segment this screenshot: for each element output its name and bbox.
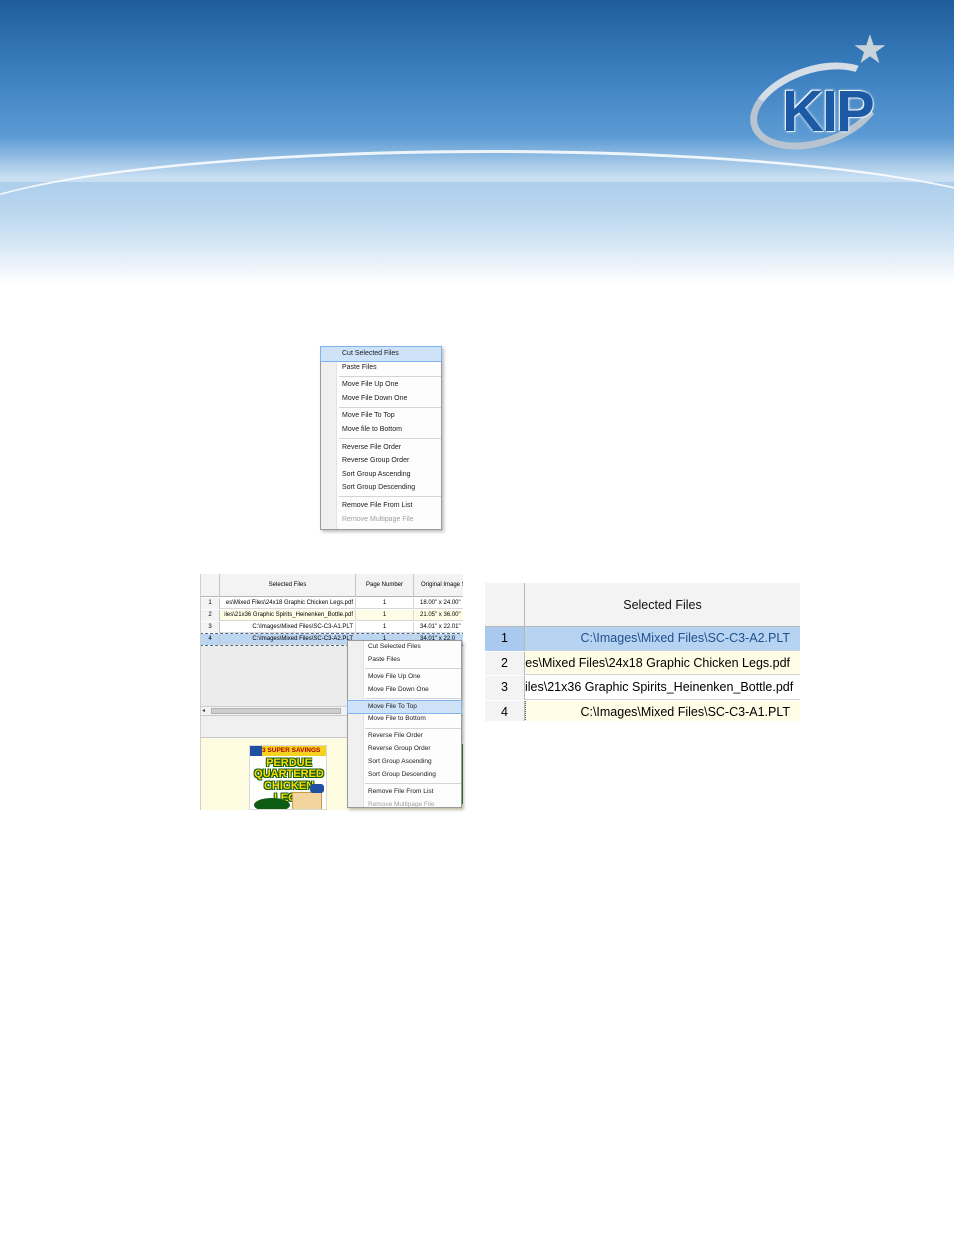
scroll-left-icon[interactable]: ◂: [202, 707, 205, 715]
image-size-cell: 18.00" x 24.00": [420, 600, 461, 606]
context-menu-1: Cut Selected Files Paste Files Move File…: [320, 346, 442, 530]
menu-separator: [365, 668, 461, 670]
context-menu-2: Cut Selected Files Paste Files Move File…: [347, 640, 462, 808]
table-row[interactable]: 2 es\Mixed Files\24x18 Graphic Chicken L…: [485, 651, 800, 675]
table-row[interactable]: 4 C:\Images\Mixed Files\SC-C3-A1.PLT: [485, 700, 800, 721]
horizontal-scrollbar[interactable]: ◂: [201, 706, 351, 715]
row-number-header: [485, 583, 525, 627]
file-path-cell: iles\21x36 Graphic Spirits_Heinenken_Bot…: [525, 680, 794, 694]
banner-swoosh: [0, 150, 954, 230]
page-number-cell: 1: [356, 622, 414, 633]
menu-item-paste-files[interactable]: Paste Files: [321, 361, 441, 375]
thumbnail-package: [292, 792, 322, 809]
preview-thumbnail[interactable]: 3 SUPER SAVINGS PERDUE QUARTERED CHICKEN…: [249, 745, 327, 810]
menu-separator: [339, 496, 441, 498]
menu-separator: [339, 375, 441, 377]
logo-text: KIP: [782, 79, 875, 144]
table-row-selected[interactable]: 1 C:\Images\Mixed Files\SC-C3-A2.PLT: [485, 627, 800, 651]
menu-item-move-file-down-one[interactable]: Move File Down One: [348, 684, 461, 697]
menu-separator: [365, 698, 461, 700]
menu-separator: [339, 406, 441, 408]
file-path-cell: C:\Images\Mixed Files\SC-C3-A2.PLT: [580, 631, 790, 645]
menu-item-move-file-up-one[interactable]: Move File Up One: [321, 378, 441, 392]
column-header-original-image-size[interactable]: Original Image Si: [414, 574, 463, 597]
menu-item-remove-file-from-list[interactable]: Remove File From List: [348, 786, 461, 799]
column-header-selected-files[interactable]: Selected Files: [525, 583, 800, 627]
table-row[interactable]: 3 iles\21x36 Graphic Spirits_Heinenken_B…: [485, 676, 800, 700]
row-number-header: [201, 574, 220, 597]
menu-item-sort-group-descending[interactable]: Sort Group Descending: [348, 769, 461, 782]
row-number: 3: [201, 622, 220, 633]
menu-item-sort-group-ascending[interactable]: Sort Group Ascending: [321, 468, 441, 482]
file-path-cell: es\Mixed Files\24x18 Graphic Chicken Leg…: [220, 598, 356, 609]
image-size-cell: 34.01" x 22.01": [420, 624, 461, 630]
table-row[interactable]: 2 iles\21x36 Graphic Spirits_Heinenken_B…: [201, 610, 463, 621]
header-banner: ★ KIP: [0, 0, 954, 285]
menu-item-reverse-file-order[interactable]: Reverse File Order: [321, 441, 441, 455]
scrollbar-thumb[interactable]: [211, 708, 341, 714]
brand-badge: [250, 746, 262, 756]
file-path-cell: iles\21x36 Graphic Spirits_Heinenken_Bot…: [220, 610, 356, 621]
menu-item-reverse-group-order[interactable]: Reverse Group Order: [321, 454, 441, 468]
table-row[interactable]: 1 es\Mixed Files\24x18 Graphic Chicken L…: [201, 598, 463, 609]
menu-item-sort-group-ascending[interactable]: Sort Group Ascending: [348, 756, 461, 769]
menu-item-sort-group-descending[interactable]: Sort Group Descending: [321, 481, 441, 495]
menu-separator: [365, 783, 461, 785]
menu-item-cut-selected-files[interactable]: Cut Selected Files: [348, 641, 461, 654]
file-grid-zoomed: Selected Files 1 C:\Images\Mixed Files\S…: [485, 583, 800, 721]
menu-separator: [365, 727, 461, 729]
grid-header: Selected Files Page Number Original Imag…: [201, 574, 463, 597]
menu-item-move-file-to-top[interactable]: Move File To Top: [321, 409, 441, 423]
menu-item-reverse-group-order[interactable]: Reverse Group Order: [348, 743, 461, 756]
thumbnail-graphic: [254, 798, 290, 809]
menu-item-paste-files[interactable]: Paste Files: [348, 654, 461, 667]
image-size-cell: 21.05" x 36.00": [420, 612, 461, 618]
column-header-page-number[interactable]: Page Number: [356, 574, 414, 597]
page-number-cell: 1: [356, 610, 414, 621]
star-icon: ★: [852, 28, 888, 72]
row-number: 4: [485, 700, 525, 721]
menu-separator: [339, 438, 441, 440]
file-path-cell: C:\Images\Mixed Files\SC-C3-A1.PLT: [525, 700, 796, 721]
menu-item-remove-multipage-file: Remove Multipage File: [368, 800, 435, 808]
file-path-cell: C:\Images\Mixed Files\SC-C3-A2.PLT: [220, 634, 356, 645]
row-number: 1: [201, 598, 220, 609]
menu-item-move-file-down-one[interactable]: Move File Down One: [321, 392, 441, 406]
row-number: 4: [201, 634, 220, 645]
row-number: 2: [201, 610, 220, 621]
file-path-cell: C:\Images\Mixed Files\SC-C3-A1.PLT: [220, 622, 356, 633]
menu-item-remove-file-from-list[interactable]: Remove File From List: [321, 499, 441, 513]
thumbnail-line-2: QUARTERED: [254, 768, 324, 780]
menu-item-move-file-to-top[interactable]: Move File To Top: [347, 699, 462, 715]
menu-item-reverse-file-order[interactable]: Reverse File Order: [348, 730, 461, 743]
thumbnail-sticker: [310, 784, 324, 793]
menu-item-move-file-up-one[interactable]: Move File Up One: [348, 671, 461, 684]
row-number: 1: [485, 627, 525, 651]
menu-item-move-file-to-bottom[interactable]: Move File to Bottom: [348, 713, 461, 726]
row-number: 3: [485, 676, 525, 700]
kip-logo: ★ KIP: [738, 28, 894, 166]
menu-item-cut-selected-files[interactable]: Cut Selected Files: [320, 346, 442, 362]
table-row[interactable]: 3 C:\Images\Mixed Files\SC-C3-A1.PLT 1 3…: [201, 622, 463, 633]
page-number-cell: 1: [356, 598, 414, 609]
file-path-cell: es\Mixed Files\24x18 Graphic Chicken Leg…: [525, 655, 790, 670]
menu-item-move-file-to-bottom[interactable]: Move file to Bottom: [321, 423, 441, 437]
row-number: 2: [485, 651, 525, 675]
menu-item-remove-multipage-file: Remove Multipage File: [342, 515, 414, 523]
column-header-selected-files[interactable]: Selected Files: [220, 574, 356, 597]
